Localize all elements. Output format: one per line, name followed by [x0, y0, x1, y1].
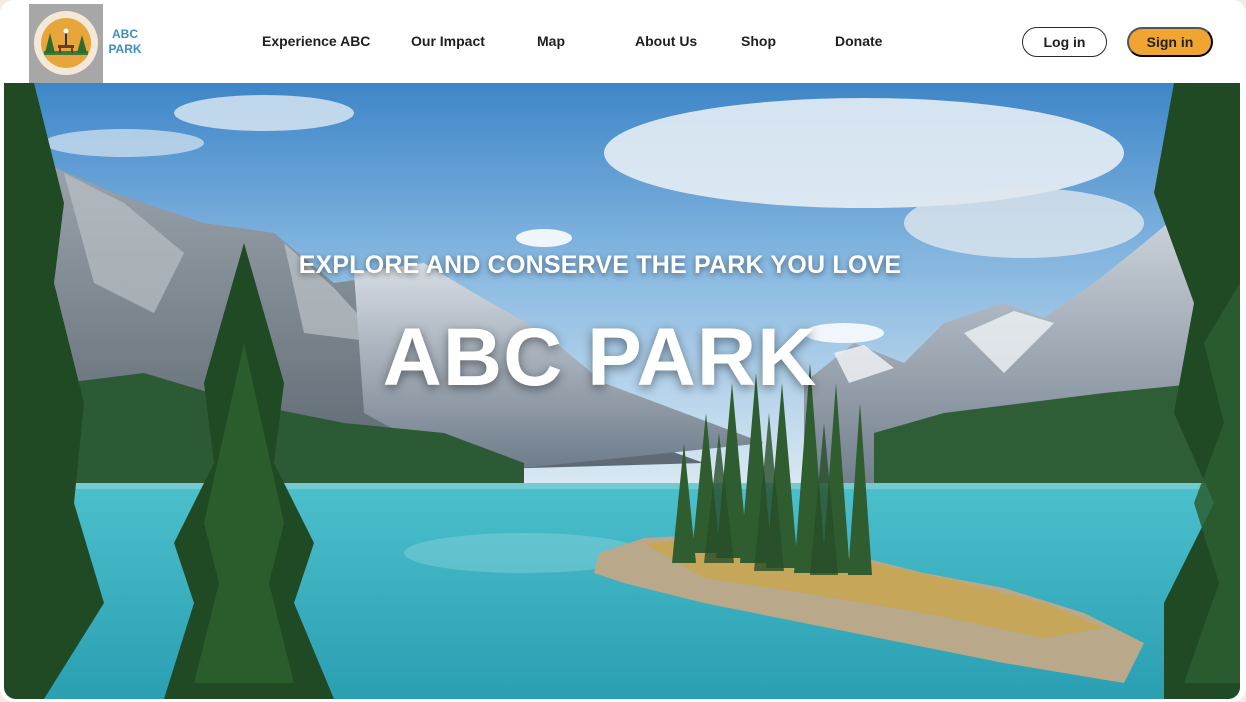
signin-button[interactable]: Sign in	[1127, 27, 1213, 57]
nav-map[interactable]: Map	[537, 33, 565, 49]
hero-title: ABC PARK	[382, 312, 818, 403]
nav-about-us[interactable]: About Us	[635, 33, 697, 49]
nav-experience-abc[interactable]: Experience ABC	[262, 33, 370, 49]
nav-shop[interactable]: Shop	[741, 33, 776, 49]
site-header: ABC PARK Experience ABC Our Impact Map A…	[0, 0, 1246, 83]
nav-our-impact[interactable]: Our Impact	[411, 33, 485, 49]
hero-banner: EXPLORE AND CONSERVE THE PARK YOU LOVE A…	[4, 83, 1240, 699]
page: ABC PARK Experience ABC Our Impact Map A…	[0, 0, 1246, 702]
login-button[interactable]: Log in	[1022, 27, 1107, 57]
nav-donate[interactable]: Donate	[835, 33, 882, 49]
hero-tagline: EXPLORE AND CONSERVE THE PARK YOU LOVE	[298, 251, 902, 279]
